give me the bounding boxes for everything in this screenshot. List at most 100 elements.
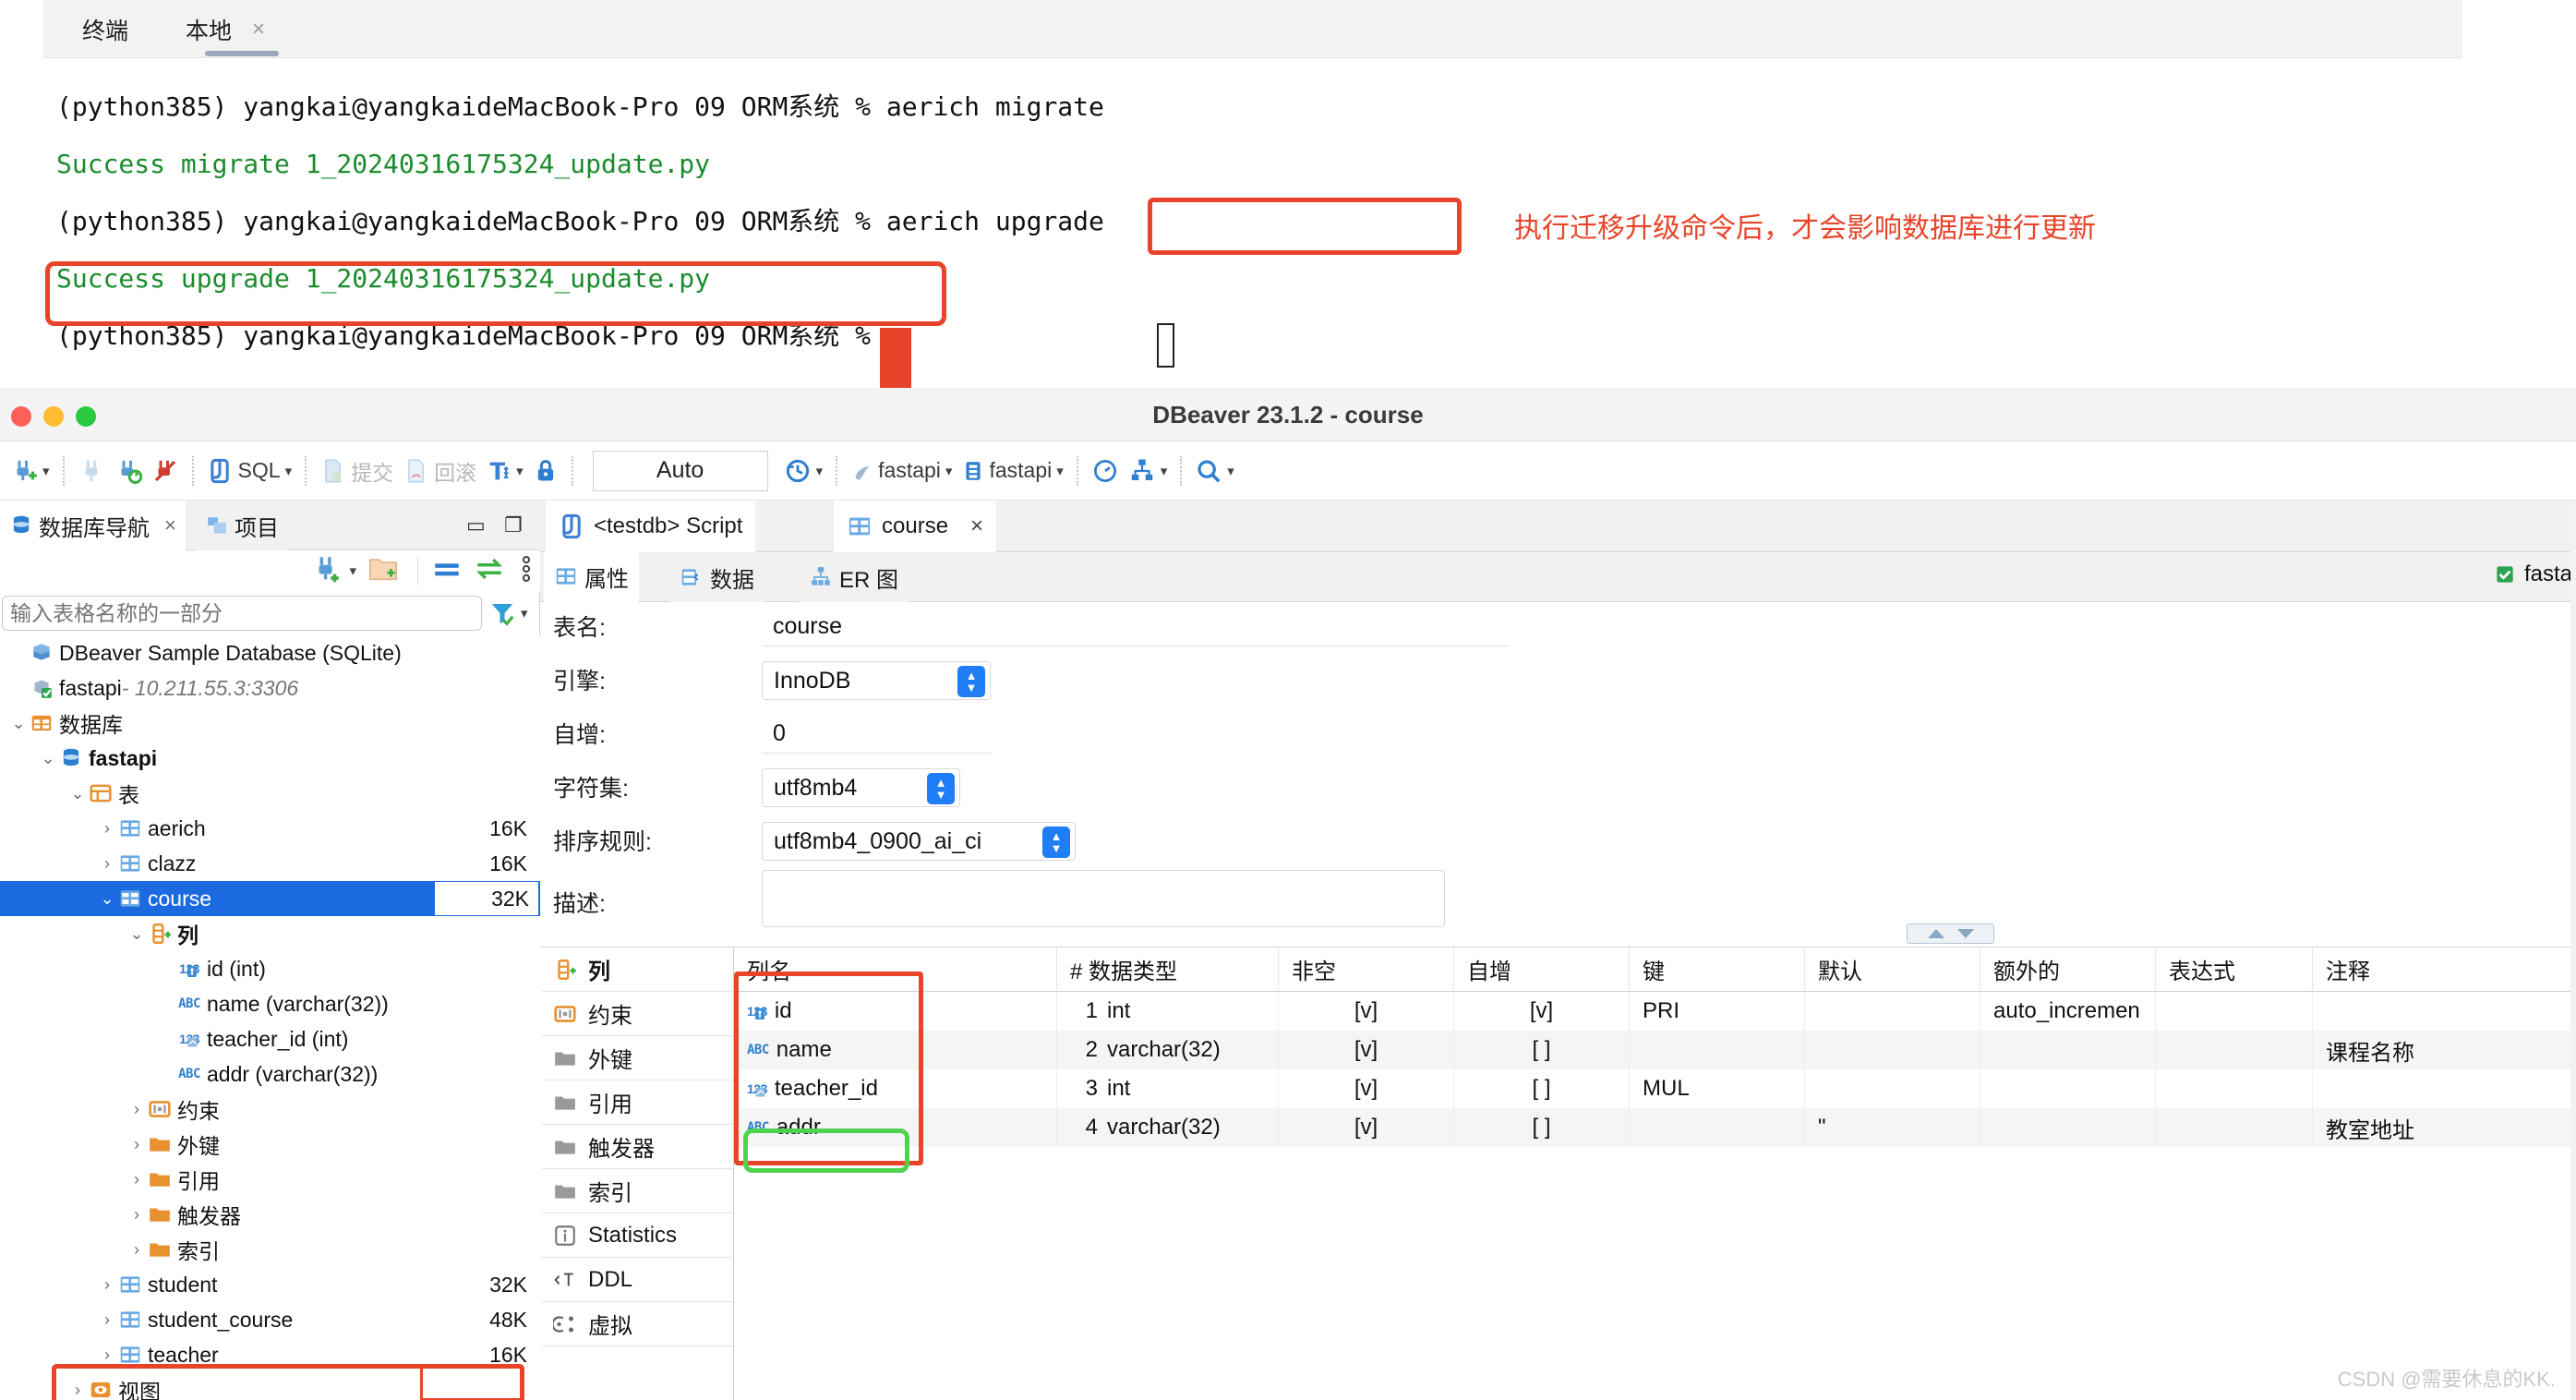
grid-cell-default[interactable] [1805,992,1980,1031]
grid-cell-comment[interactable]: 教室地址 [2313,1108,2576,1147]
query-history-button[interactable]: ▾ [779,449,828,493]
tree-item-teacher[interactable]: › teacher 16K [0,1337,540,1372]
grid-cell-key[interactable] [1630,1031,1805,1069]
tree-item-[interactable]: › 视图 [0,1372,540,1400]
grid-cell-datatype[interactable]: 3 int [1057,1069,1279,1108]
tab-properties[interactable]: 属性 [544,552,639,602]
grid-cell-default[interactable] [1805,1069,1980,1108]
grid-cell-comment[interactable] [2313,1069,2576,1108]
grid-cell-extra[interactable] [1980,1031,2156,1069]
columns-grid[interactable]: 列名# 数据类型非空自增键默认额外的表达式注释 123id1int[v][v]P… [734,947,2576,1400]
search-input[interactable] [2,596,482,631]
grid-cell-notnull[interactable]: [v] [1279,992,1454,1031]
new-folder-icon[interactable] [367,553,399,589]
disconnect-all-button[interactable] [147,449,184,493]
chevron-updown-icon[interactable]: ▲ ▼ [957,666,985,697]
chevron-right-icon[interactable]: › [98,819,116,839]
grid-cell-expression[interactable] [2156,992,2313,1031]
detail-tab-[interactable]: 引用 [542,1080,733,1125]
transaction-mode-button[interactable]: ▾ [481,449,528,493]
auto-increment-input[interactable]: 0 [762,715,991,754]
detail-tab-[interactable]: 触发器 [542,1125,733,1169]
chevron-down-icon[interactable] [1956,927,1976,940]
tree-item-clazz[interactable]: › clazz 16K [0,846,540,881]
transaction-auto-select[interactable]: Auto [592,450,768,491]
chevron-down-icon[interactable]: ▾ [521,605,528,622]
tab-course[interactable]: course × [834,501,997,552]
tree-item-aerich[interactable]: › aerich 16K [0,811,540,846]
tab-terminal[interactable]: 终端 [69,0,141,58]
tree-item-[interactable]: › 约束 [0,1092,540,1127]
tree-item-dbeaversampledatabasesqlite[interactable]: DBeaver Sample Database (SQLite) [0,635,540,670]
detail-tab-statistics[interactable]: Statistics [542,1213,733,1258]
tree-item-student_course[interactable]: › student_course 48K [0,1302,540,1337]
grid-header-cell[interactable]: 注释 [2313,947,2576,992]
filter-icon[interactable]: ▾ [488,599,528,627]
detail-tab-[interactable]: 列 [542,947,733,992]
grid-header-cell[interactable]: 自增 [1454,947,1630,992]
active-schema-select[interactable]: fastapi ▾ [957,449,1067,493]
grid-cell-autoinc[interactable]: [ ] [1454,1031,1630,1069]
er-diagram-button[interactable]: ▾ [1124,449,1173,493]
tree-item-idint[interactable]: 123 id (int) [0,951,540,986]
grid-cell-extra[interactable]: auto_incremen [1980,992,2156,1031]
grid-cell-comment[interactable] [2313,992,2576,1031]
detail-tab-[interactable]: 索引 [542,1169,733,1213]
link-with-editor-icon[interactable] [474,557,505,585]
grid-cell-autoinc[interactable]: [ ] [1454,1069,1630,1108]
grid-header-cell[interactable]: 非空 [1279,947,1454,992]
chevron-right-icon[interactable]: › [127,1170,146,1189]
editor-splitter[interactable] [540,923,2576,947]
tree-item-[interactable]: ⌄ 数据库 [0,706,540,741]
tab-testdb-script[interactable]: <testdb> Script [546,501,756,552]
grid-cell-datatype[interactable]: 1 int [1057,992,1279,1031]
grid-cell-comment[interactable]: 课程名称 [2313,1031,2576,1069]
tree-item-teacher_idint[interactable]: 123 teacher_id (int) [0,1021,540,1056]
close-icon[interactable]: × [164,513,176,537]
chevron-right-icon[interactable]: › [98,1275,116,1295]
grid-cell-key[interactable]: MUL [1630,1069,1805,1108]
chevron-right-icon[interactable]: › [98,1346,116,1365]
chevron-down-icon[interactable]: ▾ [516,463,524,479]
chevron-down-icon[interactable]: ⌄ [98,889,116,909]
view-menu-icon[interactable] [520,553,533,589]
search-button[interactable]: ▾ [1190,449,1239,493]
database-tree[interactable]: DBeaver Sample Database (SQLite) fastapi … [0,635,540,1400]
tree-item-[interactable]: ⌄ 表 [0,776,540,811]
detail-tab-[interactable]: 虚拟 [542,1302,733,1346]
chevron-down-icon[interactable]: ▾ [1227,463,1234,479]
new-connection-icon[interactable] [311,553,343,589]
chevron-down-icon[interactable]: ▾ [945,463,953,479]
chevron-down-icon[interactable]: ⌄ [68,784,87,803]
disconnect-button[interactable] [73,449,110,493]
tab-er-diagram[interactable]: ER 图 [799,552,909,602]
collation-select[interactable]: utf8mb4_0900_ai_ci ▲ ▼ [762,822,1076,861]
tab-project[interactable]: 项目 [196,501,288,550]
editor-active-schema[interactable]: fasta [2493,561,2572,587]
commit-button[interactable]: 提交 [315,449,398,493]
reconnect-button[interactable] [110,449,147,493]
chevron-down-icon[interactable]: ▾ [349,562,356,579]
chevron-down-icon[interactable]: ▾ [42,463,50,479]
chevron-updown-icon[interactable]: ▲ ▼ [1042,827,1070,858]
chevron-down-icon[interactable]: ▾ [816,463,824,479]
grid-cell-column-name[interactable]: ABC addr [734,1108,1057,1147]
grid-cell-autoinc[interactable]: [v] [1454,992,1630,1031]
tree-item-student[interactable]: › student 32K [0,1267,540,1302]
chevron-down-icon[interactable]: ▾ [1056,463,1064,479]
grid-header-cell[interactable]: 列名 [734,947,1057,992]
grid-row[interactable]: ABC name 2 varchar(32) [v][ ] 课程名称 [734,1031,2576,1069]
tree-item-[interactable]: › 索引 [0,1232,540,1267]
chevron-down-icon[interactable]: ⌄ [9,714,28,733]
chevron-right-icon[interactable]: › [98,1310,116,1330]
grid-row[interactable]: 123 teacher_id 3 int [v][ ]MUL [734,1069,2576,1108]
grid-cell-expression[interactable] [2156,1031,2313,1069]
tree-item-namevarchar32[interactable]: ABC name (varchar(32)) [0,986,540,1021]
chevron-down-icon[interactable]: ⌄ [39,749,57,768]
detail-vertical-tabs[interactable]: 列约束 外键 引用 触发器 索引 Statistics DDL 虚拟 [542,947,734,1400]
chevron-down-icon[interactable]: ▾ [285,463,293,479]
new-connection-button[interactable]: ▾ [6,449,54,493]
grid-cell-key[interactable] [1630,1108,1805,1147]
lock-button[interactable] [528,449,563,493]
chevron-right-icon[interactable]: › [127,1240,146,1260]
